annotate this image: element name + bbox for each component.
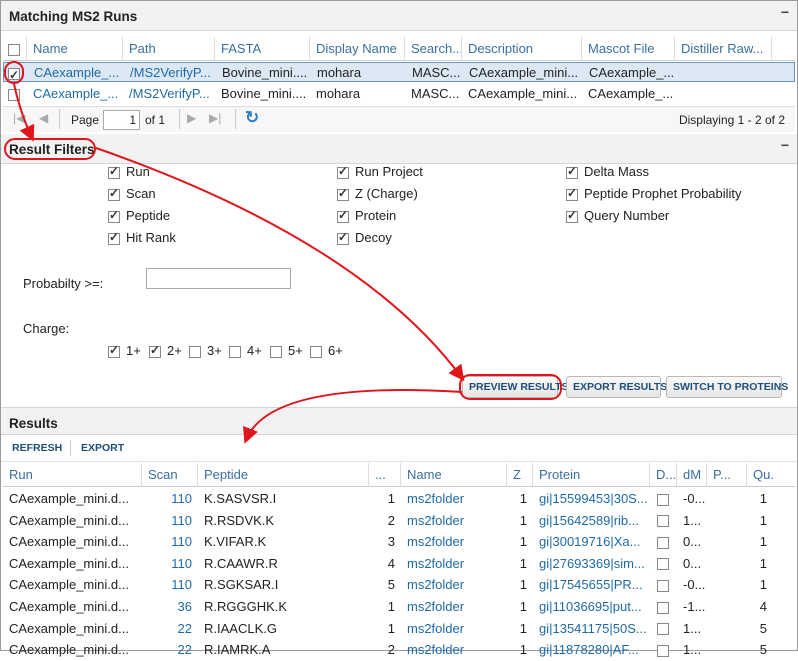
annotation-arrows xyxy=(13,83,465,444)
arrow-checkbox-to-filters xyxy=(13,83,35,142)
arrow-preview-to-results xyxy=(243,389,463,444)
arrow-filters-to-preview xyxy=(95,147,465,382)
